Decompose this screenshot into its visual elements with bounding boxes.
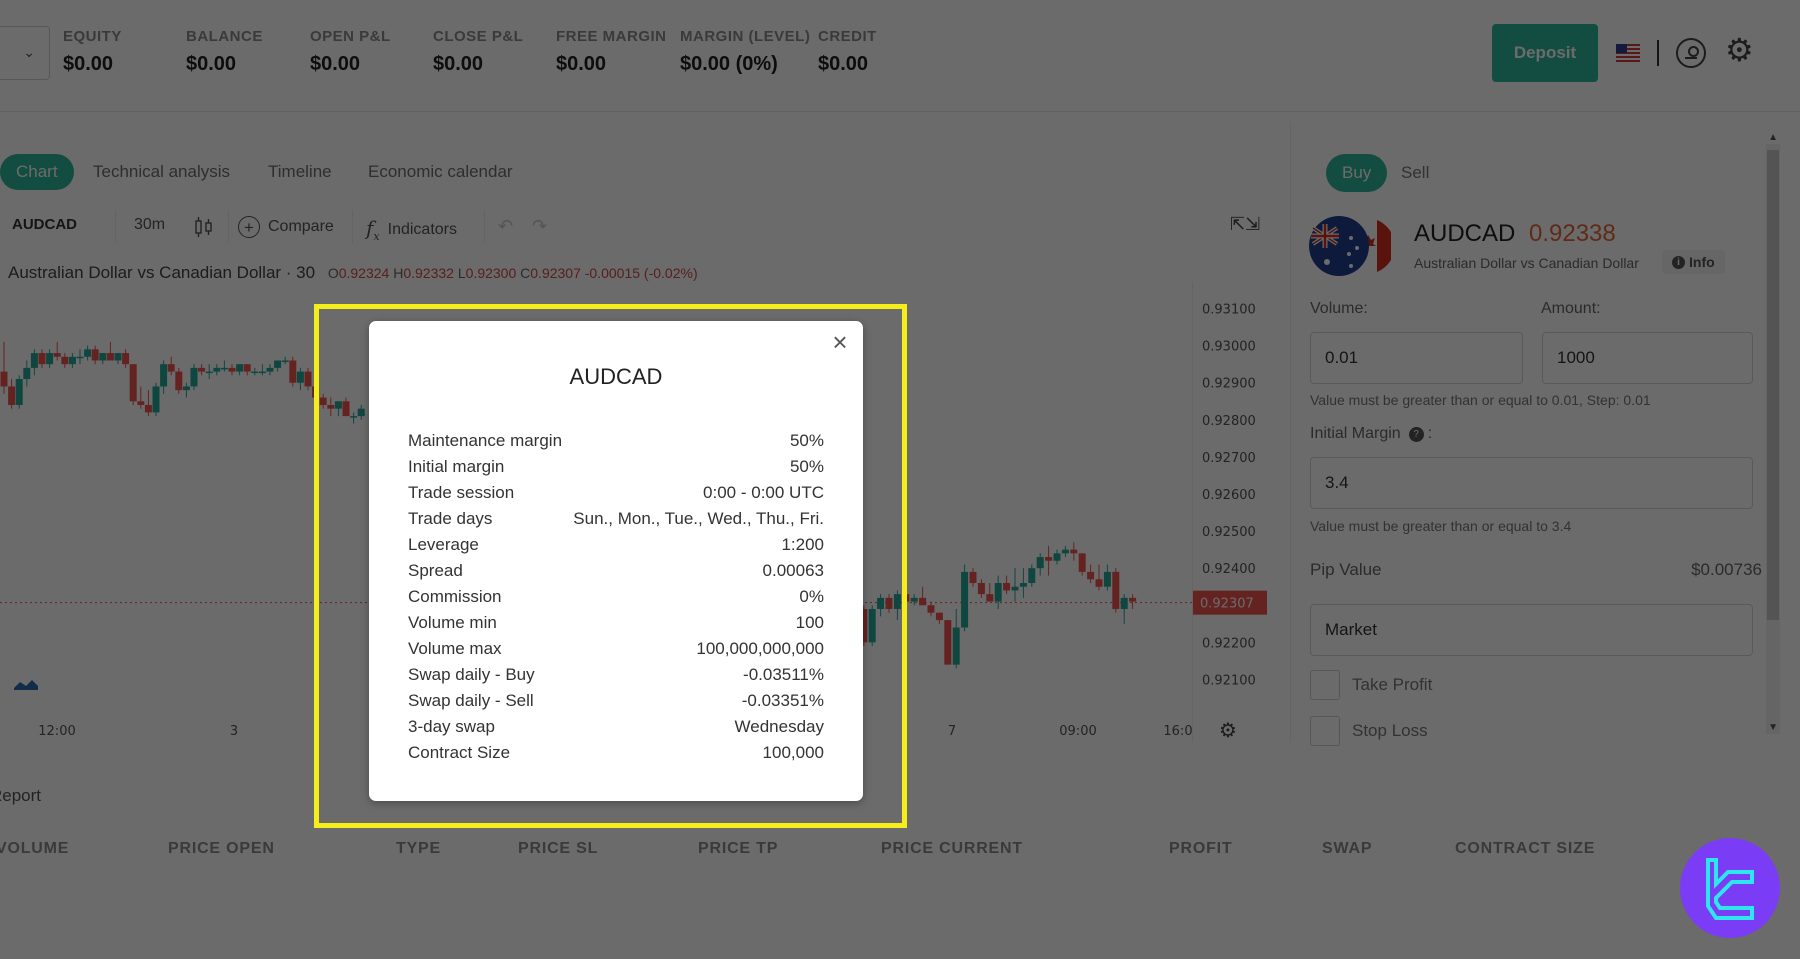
spec-value: 100,000,000,000	[696, 639, 824, 658]
spec-row: Spread 0.00063	[408, 558, 824, 584]
spec-label: Swap daily - Sell	[408, 691, 534, 710]
spec-label: Trade days	[408, 509, 493, 528]
spec-label: Maintenance margin	[408, 431, 563, 450]
spec-row: Volume min 100	[408, 610, 824, 636]
spec-list: Maintenance margin 50% Initial margin 50% Tr…	[408, 428, 824, 766]
logo-icon	[1706, 858, 1754, 920]
spec-value: 0.00063	[762, 561, 824, 580]
spec-row: Initial margin 50%	[408, 454, 824, 480]
spec-label: 3-day swap	[408, 717, 495, 736]
spec-row: Volume max 100,000,000,000	[408, 636, 824, 662]
spec-value: Sun., Mon., Tue., Wed., Thu., Fri.	[573, 509, 824, 528]
spec-value: 0%	[799, 587, 824, 606]
spec-label: Volume max	[408, 639, 502, 658]
spec-row: 3-day swap Wednesday	[408, 714, 824, 740]
spec-row: Swap daily - Buy -0.03511%	[408, 662, 824, 688]
brand-logo	[1680, 838, 1780, 938]
spec-row: Leverage 1:200	[408, 532, 824, 558]
spec-value: 0:00 - 0:00 UTC	[703, 483, 824, 502]
spec-row: Swap daily - Sell -0.03351%	[408, 688, 824, 714]
spec-label: Swap daily - Buy	[408, 665, 535, 684]
spec-label: Volume min	[408, 613, 497, 632]
symbol-info-modal: × AUDCAD Maintenance margin 50% Initial ma…	[369, 321, 863, 801]
spec-row: Commission 0%	[408, 584, 824, 610]
spec-value: 1:200	[781, 535, 824, 554]
spec-row: Contract Size 100,000	[408, 740, 824, 766]
close-icon[interactable]: ×	[827, 329, 853, 355]
spec-value: 50%	[789, 457, 824, 476]
spec-value: Wednesday	[734, 717, 824, 736]
spec-value: -0.03351%	[741, 691, 824, 710]
spec-label: Contract Size	[408, 743, 511, 762]
spec-label: Leverage	[408, 535, 479, 554]
spec-label: Spread	[408, 561, 463, 580]
modal-title: AUDCAD	[569, 364, 663, 389]
spec-value: 50%	[789, 431, 824, 450]
spec-label: Commission	[408, 587, 502, 606]
spec-value: 100,000	[762, 743, 824, 762]
spec-value: 100	[795, 613, 824, 632]
spec-value: -0.03511%	[743, 665, 824, 684]
spec-row: Trade days Sun., Mon., Tue., Wed., Thu., …	[408, 506, 824, 532]
spec-row: Maintenance margin 50%	[408, 428, 824, 454]
spec-label: Initial margin	[408, 457, 505, 476]
spec-row: Trade session 0:00 - 0:00 UTC	[408, 480, 824, 506]
spec-label: Trade session	[408, 483, 515, 502]
